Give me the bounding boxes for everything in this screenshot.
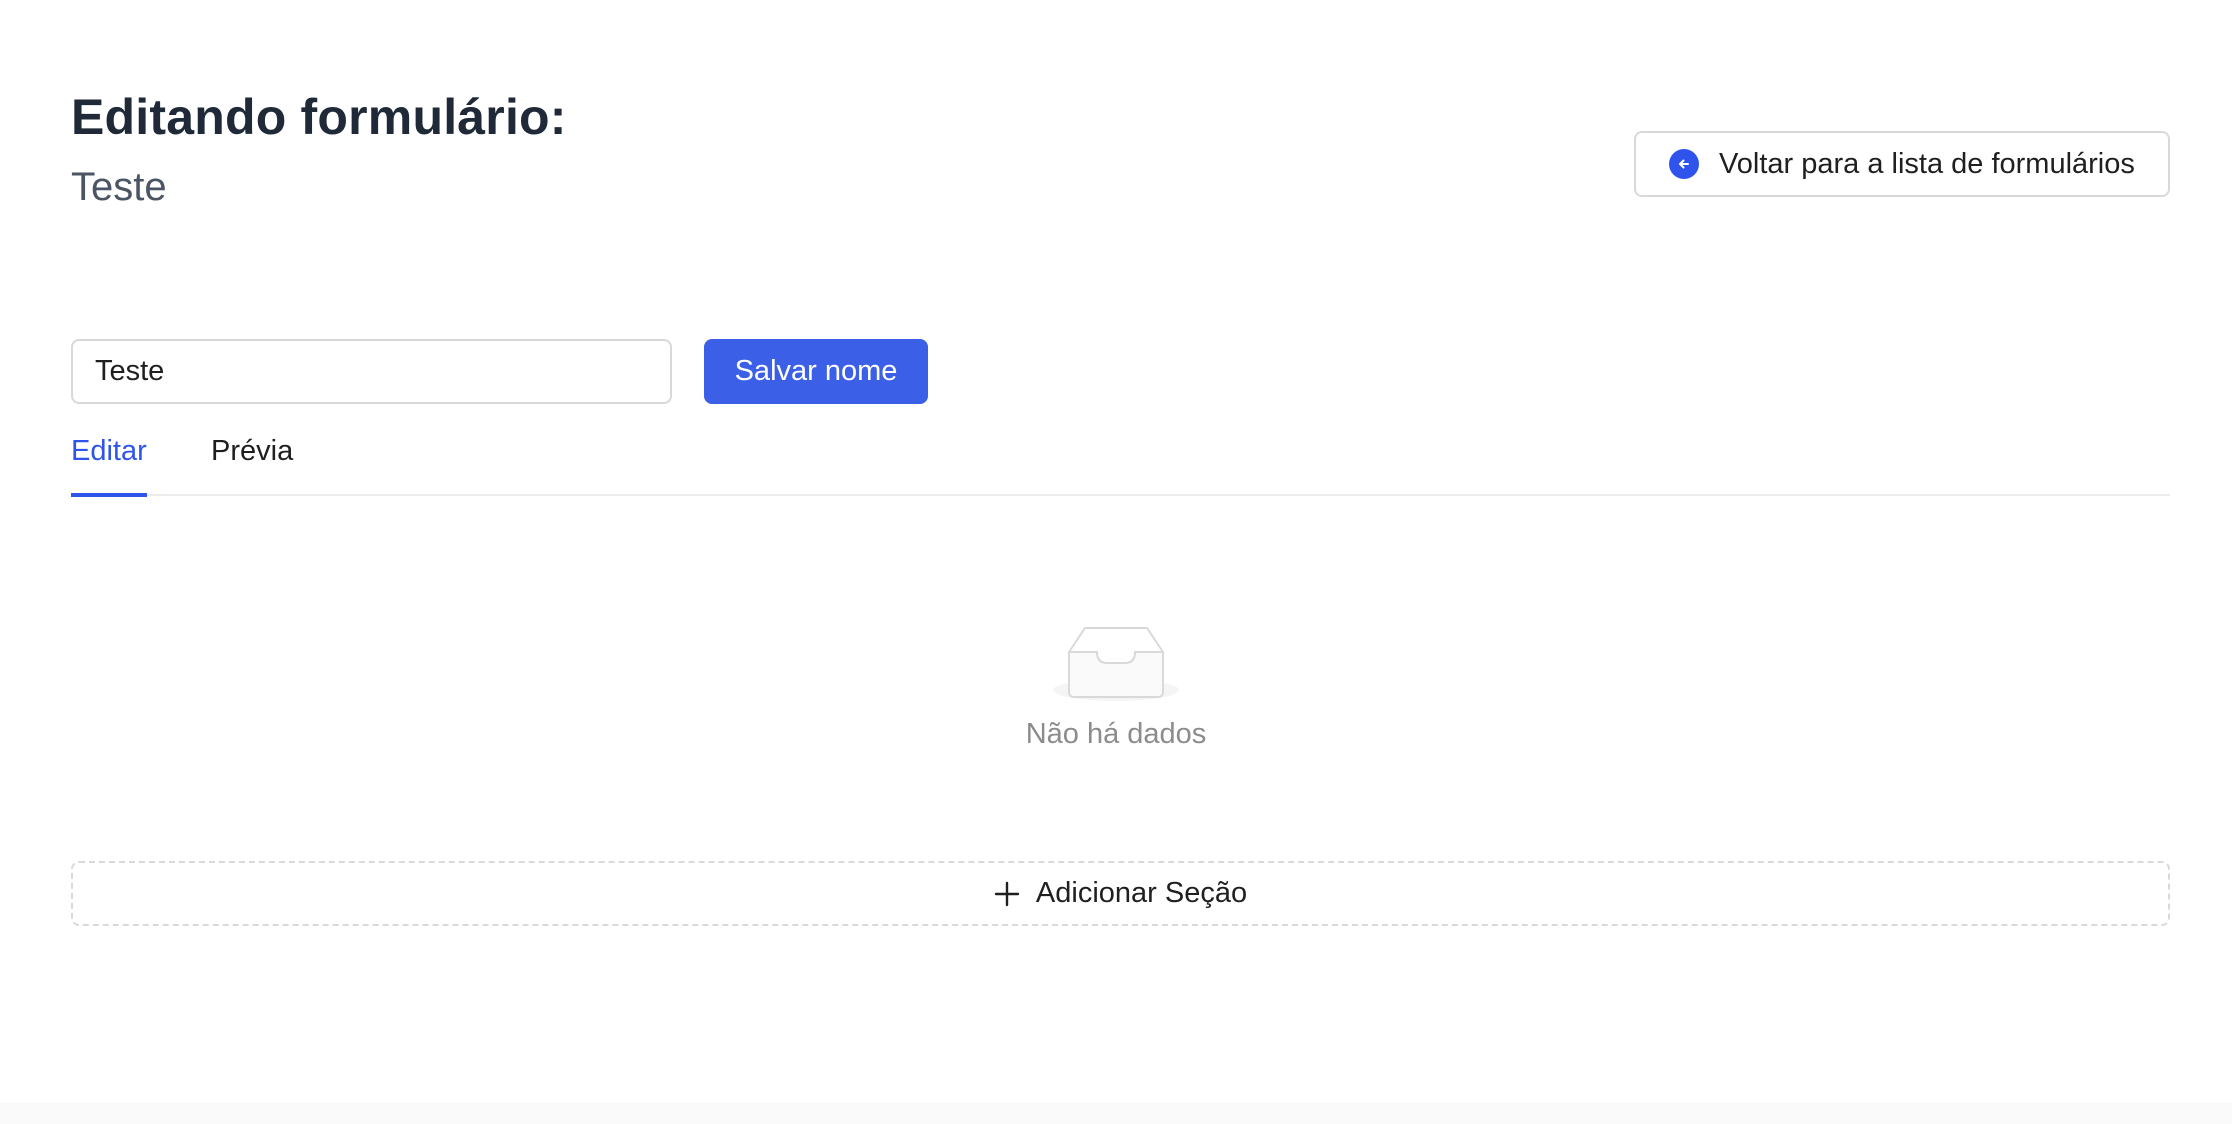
editor-tabs: Editar Prévia: [71, 420, 2170, 497]
form-editor-page: Editando formulário: Teste Voltar para a…: [0, 0, 2232, 1124]
back-button-label: Voltar para a lista de formulários: [1719, 147, 2135, 180]
footer-strip: [0, 1102, 2232, 1124]
empty-state-text: Não há dados: [1025, 718, 1207, 750]
save-name-button[interactable]: Salvar nome: [704, 339, 928, 404]
back-to-forms-button[interactable]: Voltar para a lista de formulários: [1634, 131, 2170, 197]
tab-preview[interactable]: Prévia: [211, 435, 293, 468]
add-section-button[interactable]: Adicionar Seção: [71, 861, 2170, 926]
form-name-subtitle: Teste: [71, 165, 167, 209]
page-title: Editando formulário:: [71, 89, 567, 145]
arrow-left-circle-icon: [1669, 149, 1699, 179]
tab-edit[interactable]: Editar: [71, 435, 147, 497]
empty-state: Não há dados: [0, 620, 2232, 751]
plus-icon: [994, 881, 1020, 906]
empty-inbox-icon: [1053, 627, 1179, 701]
form-name-input[interactable]: [71, 339, 672, 404]
add-section-label: Adicionar Seção: [1035, 877, 1248, 909]
